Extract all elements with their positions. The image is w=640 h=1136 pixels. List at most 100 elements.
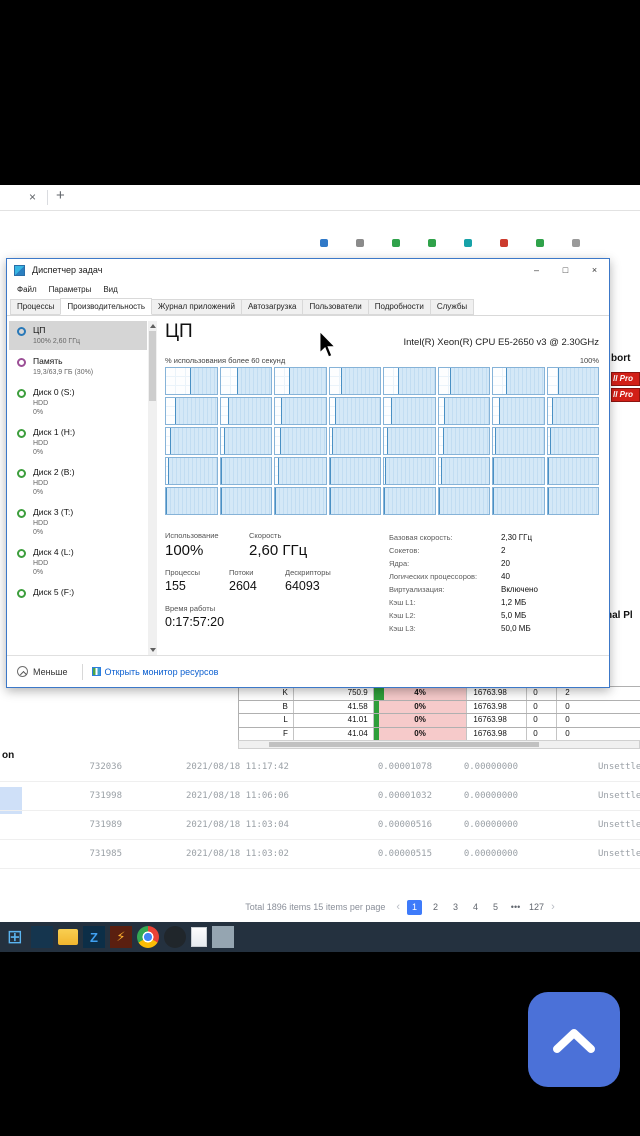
code-app-icon[interactable] bbox=[31, 926, 53, 948]
scrollbar-thumb[interactable] bbox=[149, 331, 156, 401]
menu-item[interactable]: Параметры bbox=[43, 285, 98, 294]
strip-app-icon[interactable] bbox=[572, 239, 580, 247]
pagination-page[interactable]: 1 bbox=[407, 899, 423, 915]
previous-page-icon[interactable]: ‹ bbox=[396, 901, 400, 913]
stats-percent: 0% bbox=[414, 701, 426, 711]
new-tab-icon[interactable]: + bbox=[56, 187, 65, 204]
next-page-icon[interactable]: › bbox=[551, 901, 555, 913]
strip-app-icon[interactable] bbox=[500, 239, 508, 247]
chrome-icon[interactable] bbox=[137, 926, 159, 948]
fewer-details-button[interactable]: Меньше bbox=[17, 666, 68, 677]
stats-percent-cell: 0% bbox=[372, 714, 467, 727]
horizontal-scrollbar[interactable] bbox=[238, 740, 640, 749]
tab[interactable]: Производительность bbox=[60, 298, 152, 315]
folder-icon[interactable] bbox=[58, 929, 78, 945]
sidebar-device-item[interactable]: Диск 3 (T:) HDD 0% bbox=[9, 503, 147, 541]
sidebar-device-item[interactable]: Диск 0 (S:) HDD 0% bbox=[9, 383, 147, 421]
scroll-up-icon[interactable] bbox=[150, 324, 156, 328]
cpu-core-graph bbox=[492, 397, 545, 425]
red-action-button[interactable]: ll Pro bbox=[611, 388, 640, 402]
start-icon[interactable]: ⊞ bbox=[4, 926, 26, 948]
device-name: Диск 2 (B:) bbox=[33, 467, 75, 477]
sidebar-device-item[interactable]: Диск 1 (H:) HDD 0% bbox=[9, 423, 147, 461]
notepad-icon[interactable] bbox=[191, 927, 207, 947]
strip-app-icon[interactable] bbox=[536, 239, 544, 247]
detail-row: Кэш L1: 1,2 МБ bbox=[389, 596, 599, 609]
minimize-button[interactable]: – bbox=[522, 259, 551, 281]
scroll-down-icon[interactable] bbox=[150, 648, 156, 652]
cpu-core-graph bbox=[219, 397, 272, 425]
sidebar-device-item[interactable]: Диск 4 (L:) HDD 0% bbox=[9, 543, 147, 581]
menu-item[interactable]: Файл bbox=[11, 285, 43, 294]
maximize-button[interactable]: □ bbox=[551, 259, 580, 281]
sidebar-device-item[interactable]: Диск 5 (F:) bbox=[9, 583, 147, 603]
detail-label: Сокетов: bbox=[389, 546, 420, 555]
stats-row: L 41.01 0% 16763.98 0 0 bbox=[239, 714, 640, 728]
tab[interactable]: Процессы bbox=[10, 299, 62, 315]
menu-item[interactable]: Вид bbox=[97, 285, 123, 294]
red-action-button[interactable]: ll Pro bbox=[611, 372, 640, 386]
strip-app-icon[interactable] bbox=[464, 239, 472, 247]
sidebar-scrollbar[interactable] bbox=[148, 321, 157, 655]
stats-code: L bbox=[283, 715, 288, 724]
pagination-page[interactable]: 3 bbox=[449, 902, 462, 912]
usage-ring-icon bbox=[17, 389, 26, 398]
pagination-page[interactable]: ••• bbox=[509, 902, 522, 912]
pagination-page[interactable]: 127 bbox=[529, 902, 544, 912]
stats-row: K 750.9 4% 16763.98 0 2 bbox=[239, 687, 640, 701]
stats-row: F 41.04 0% 16763.98 0 0 bbox=[239, 727, 640, 741]
cpu-core-graph bbox=[383, 427, 436, 455]
open-resource-monitor-link[interactable]: Открыть монитор ресурсов bbox=[91, 667, 218, 677]
grey-app-icon[interactable] bbox=[212, 926, 234, 948]
cpu-core-graph bbox=[546, 397, 599, 425]
sidebar-device-item[interactable]: Память 19,3/63,9 ГБ (30%) bbox=[9, 352, 147, 381]
stats-value: 41.58 bbox=[292, 700, 373, 713]
sidebar-device-item[interactable]: Диск 2 (B:) HDD 0% bbox=[9, 463, 147, 501]
lightning-app-icon[interactable]: ⚡ bbox=[110, 926, 132, 948]
tab-bar: Процессы Производительность Журнал прило… bbox=[7, 297, 609, 316]
strip-app-icon[interactable] bbox=[392, 239, 400, 247]
strip-app-icon[interactable] bbox=[320, 239, 328, 247]
stats-percent-cell: 0% bbox=[372, 727, 467, 740]
tab[interactable]: Подробности bbox=[367, 299, 431, 315]
tab[interactable]: Журнал приложений bbox=[151, 299, 242, 315]
device-detail: HDD bbox=[33, 480, 49, 487]
tab[interactable]: Пользователи bbox=[302, 299, 369, 315]
scrollbar-thumb[interactable] bbox=[269, 742, 539, 747]
pagination-page[interactable]: 2 bbox=[429, 902, 442, 912]
strip-app-icon[interactable] bbox=[356, 239, 364, 247]
record-value-2: 0.00000000 bbox=[463, 820, 518, 830]
task-manager-titlebar[interactable]: Диспетчер задач – □ × bbox=[7, 259, 609, 281]
stats-total: 16763.98 bbox=[466, 700, 526, 713]
cpu-core-graph bbox=[383, 397, 436, 425]
scroll-to-top-button[interactable] bbox=[528, 992, 620, 1087]
record-row[interactable]: 731998 2021/08/18 11:06:06 0.00001032 0.… bbox=[0, 782, 640, 811]
cpu-stats: Использование 100% Скорость 2,60 ГГц Про… bbox=[165, 531, 380, 629]
stats-code: B bbox=[282, 701, 288, 711]
usage-ring-icon bbox=[17, 469, 26, 478]
cpu-core-usage-fill bbox=[398, 368, 435, 394]
cpu-core-graph bbox=[492, 367, 545, 395]
tab[interactable]: Автозагрузка bbox=[240, 299, 304, 315]
z-app-icon[interactable]: Z bbox=[83, 926, 105, 948]
stats-col6: 2 bbox=[556, 687, 640, 700]
close-button[interactable]: × bbox=[580, 259, 609, 281]
record-row[interactable]: 732036 2021/08/18 11:17:42 0.00001078 0.… bbox=[0, 753, 640, 782]
cpu-core-graph bbox=[546, 487, 599, 515]
close-tab-icon[interactable]: × bbox=[29, 190, 36, 204]
cpu-core-graph bbox=[274, 367, 327, 395]
cpu-core-usage-fill bbox=[495, 428, 544, 454]
dark-app-icon[interactable] bbox=[164, 926, 186, 948]
device-name: Диск 0 (S:) bbox=[33, 387, 75, 397]
detail-value: 40 bbox=[501, 572, 510, 581]
record-status: Unsettlem bbox=[598, 849, 640, 859]
pagination-page[interactable]: 5 bbox=[489, 902, 502, 912]
tab[interactable]: Службы bbox=[429, 299, 475, 315]
window-title: Диспетчер задач bbox=[32, 265, 103, 275]
record-row[interactable]: 731989 2021/08/18 11:03:04 0.00000516 0.… bbox=[0, 811, 640, 840]
strip-app-icon[interactable] bbox=[428, 239, 436, 247]
pagination-page[interactable]: 4 bbox=[469, 902, 482, 912]
record-row[interactable]: 731985 2021/08/18 11:03:02 0.00000515 0.… bbox=[0, 840, 640, 869]
cpu-core-graph bbox=[274, 487, 327, 515]
sidebar-device-item[interactable]: ЦП 100% 2,60 ГГц bbox=[9, 321, 147, 350]
